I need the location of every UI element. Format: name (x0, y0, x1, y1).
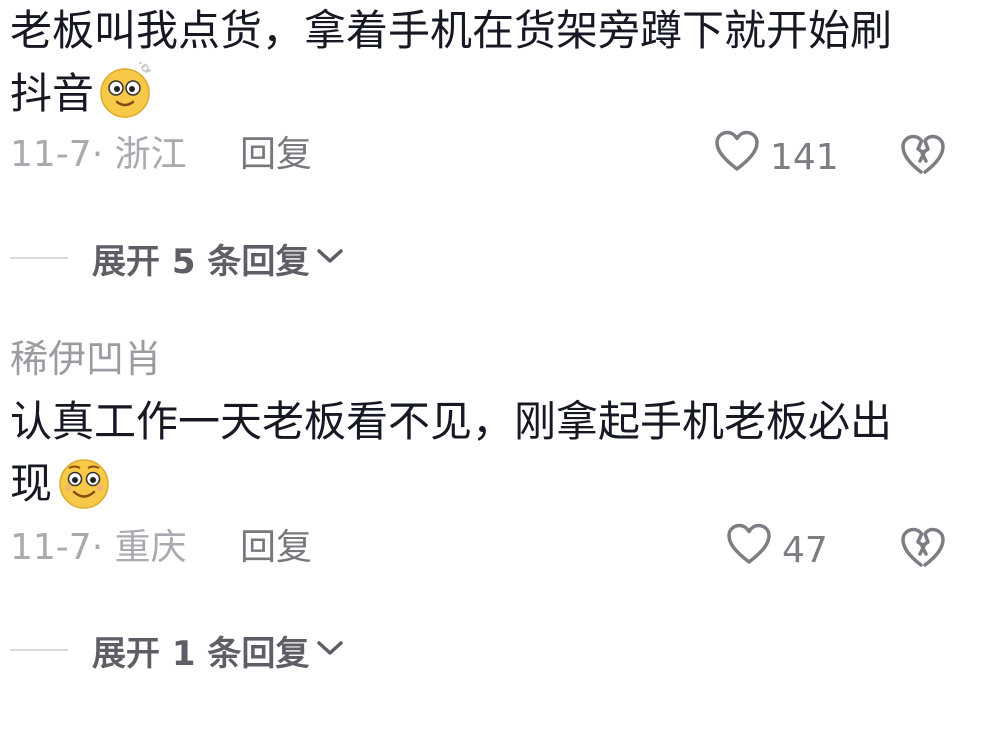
like-button[interactable]: 141 (714, 130, 839, 186)
comment-date-location: 11-7· 浙江 (10, 134, 187, 175)
expand-replies-button[interactable]: 展开 5 条回复 (10, 233, 345, 283)
dazed-face-emoji-icon (98, 60, 156, 137)
comment-text-content: 认真工作一天老板看不见，刚拿起手机老板必出现 (10, 397, 893, 508)
smile-face-emoji-icon (56, 454, 112, 527)
comment-meta: 11-7· 浙江 回复 141 (10, 130, 998, 180)
expand-replies-button[interactable]: 展开 1 条回复 (10, 625, 345, 675)
comment-date: 11-7 (10, 527, 92, 568)
like-button[interactable]: 47 (726, 523, 828, 579)
comment-location: 重庆 (114, 527, 187, 568)
broken-heart-icon (900, 527, 946, 578)
divider-line (10, 257, 68, 259)
comment-text: 认真工作一天老板看不见，刚拿起手机老板必出现 (10, 391, 930, 527)
divider-line (10, 649, 68, 651)
heart-outline-icon (726, 523, 782, 579)
chevron-down-icon (315, 638, 345, 662)
comment-date: 11-7 (10, 134, 92, 175)
comment-meta: 11-7· 重庆 回复 47 (10, 523, 998, 573)
comment-username[interactable]: 稀伊凹肖 (10, 335, 998, 383)
comment-item: 稀伊凹肖 认真工作一天老板看不见，刚拿起手机老板必出现 11-7· 重庆 回复 … (10, 335, 998, 571)
comment-location: 浙江 (114, 134, 187, 175)
expand-replies-label: 展开 5 条回复 (92, 241, 310, 282)
broken-heart-icon (900, 134, 946, 185)
like-count: 141 (770, 137, 839, 178)
like-count: 47 (782, 530, 828, 571)
dislike-button[interactable] (900, 527, 946, 583)
comment-item: 老板叫我点货，拿着手机在货架旁蹲下就开始刷抖音 11-7· 浙江 回复 141 (10, 0, 998, 178)
chevron-down-icon (315, 246, 345, 270)
comment-text: 老板叫我点货，拿着手机在货架旁蹲下就开始刷抖音 (10, 0, 930, 137)
reply-button[interactable]: 回复 (240, 523, 312, 573)
dislike-button[interactable] (900, 134, 946, 190)
heart-outline-icon (714, 130, 770, 186)
next-comment-username-partial (10, 728, 130, 742)
expand-replies-label: 展开 1 条回复 (92, 633, 310, 674)
comment-date-location: 11-7· 重庆 (10, 527, 187, 568)
reply-button[interactable]: 回复 (240, 130, 312, 180)
